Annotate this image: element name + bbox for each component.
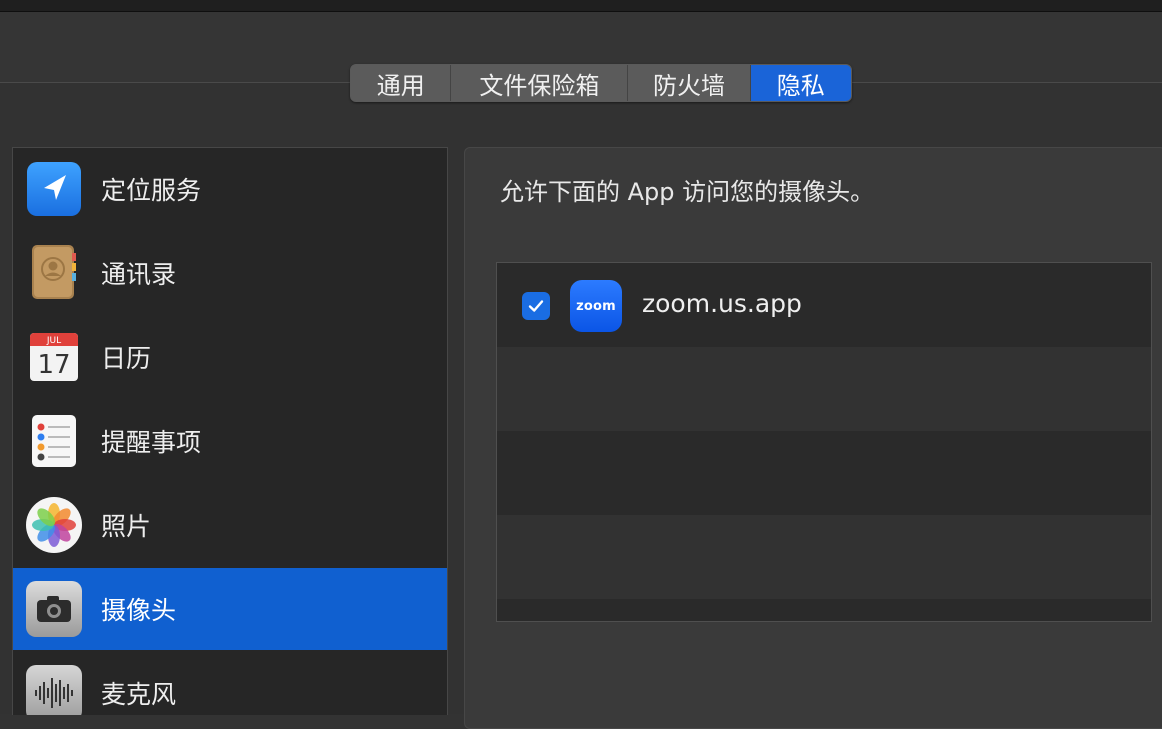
zoom-app-icon: zoom <box>570 280 622 332</box>
sidebar-item-calendar[interactable]: JUL 17 日历 <box>13 316 447 398</box>
microphone-icon <box>25 664 83 715</box>
panel-description: 允许下面的 App 访问您的摄像头。 <box>500 178 875 206</box>
checkmark-icon <box>528 300 544 312</box>
calendar-month: JUL <box>46 336 61 346</box>
tab-filevault[interactable]: 文件保险箱 <box>451 65 629 101</box>
tab-firewall[interactable]: 防火墙 <box>628 65 751 101</box>
empty-row <box>497 599 1151 621</box>
photos-icon <box>25 496 83 554</box>
tab-bar: 通用 文件保险箱 防火墙 隐私 <box>350 64 852 102</box>
sidebar-item-photos[interactable]: 照片 <box>13 484 447 566</box>
reminders-icon <box>25 412 83 470</box>
tab-privacy[interactable]: 隐私 <box>750 65 851 101</box>
empty-row <box>497 515 1151 599</box>
sidebar-item-label: 定位服务 <box>101 176 202 205</box>
sidebar-item-label: 提醒事项 <box>101 428 202 457</box>
list-item[interactable]: zoom zoom.us.app <box>497 263 1151 347</box>
zoom-icon-text: zoom <box>576 298 616 314</box>
window-top-edge <box>0 0 1162 12</box>
sidebar-item-camera[interactable]: 摄像头 <box>13 568 447 650</box>
sidebar-item-label: 通讯录 <box>101 260 177 289</box>
empty-row <box>497 347 1151 431</box>
sidebar-item-location-services[interactable]: 定位服务 <box>13 148 447 230</box>
location-services-icon <box>25 160 83 218</box>
sidebar-item-microphone[interactable]: 麦克风 <box>13 652 447 715</box>
sidebar-item-reminders[interactable]: 提醒事项 <box>13 400 447 482</box>
tab-general[interactable]: 通用 <box>351 65 452 101</box>
camera-icon <box>25 580 83 638</box>
app-access-list[interactable]: zoom zoom.us.app <box>496 262 1152 622</box>
sidebar-item-label: 摄像头 <box>101 596 177 625</box>
sidebar-item-label: 日历 <box>101 344 152 373</box>
sidebar-item-label: 麦克风 <box>101 680 177 709</box>
calendar-day: 17 <box>37 350 70 380</box>
privacy-category-list[interactable]: 定位服务 通讯录 JUL 17 日历 提醒事项 照片 摄像头 麦克风 <box>12 147 448 715</box>
empty-row <box>497 431 1151 515</box>
contacts-icon <box>25 244 83 302</box>
app-name: zoom.us.app <box>642 289 802 318</box>
sidebar-item-contacts[interactable]: 通讯录 <box>13 232 447 314</box>
sidebar-item-label: 照片 <box>101 512 152 541</box>
calendar-icon: JUL 17 <box>25 328 83 386</box>
app-enabled-checkbox[interactable] <box>522 292 550 320</box>
